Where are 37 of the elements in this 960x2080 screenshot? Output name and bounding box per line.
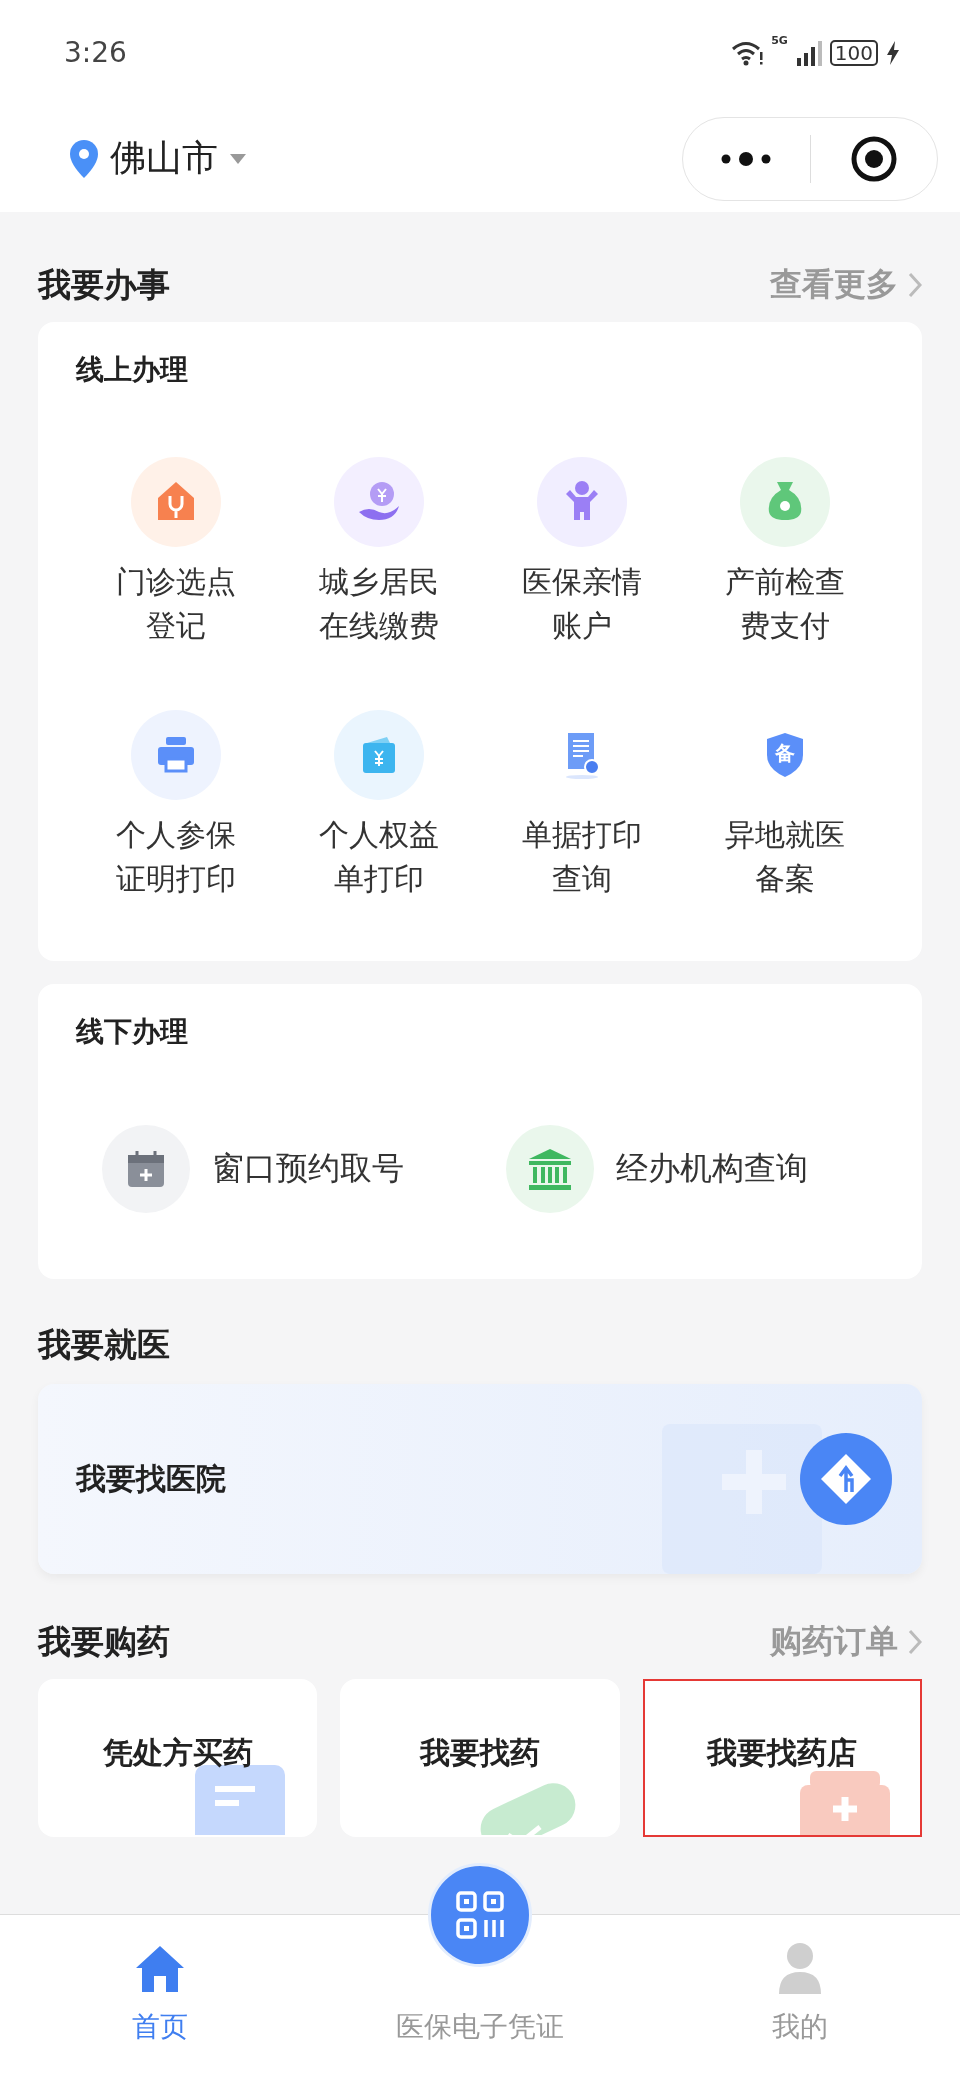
dropdown-caret-icon[interactable] (230, 153, 246, 164)
signal-icon (795, 39, 822, 66)
city-selector[interactable]: 佛山市 (110, 134, 218, 183)
battery-level: 100 (829, 39, 878, 66)
chevron-right-icon (908, 1629, 922, 1655)
qr-code-icon (455, 1890, 505, 1940)
pharmacy-card[interactable]: 我要找药 (340, 1679, 620, 1837)
location-pin-icon (70, 139, 98, 178)
card-title: 线下办理 (74, 1014, 189, 1050)
status-time: 3:26 (64, 36, 127, 69)
service-item[interactable]: 个人权益单打印 (277, 710, 480, 901)
service-item[interactable]: 单据打印查询 (480, 710, 683, 901)
person-icon (777, 1942, 823, 1994)
section-title: 我要就医 (38, 1323, 170, 1366)
more-dots-icon (720, 151, 773, 166)
chevron-right-icon (908, 272, 922, 298)
tab-item[interactable]: 首页 (0, 1915, 320, 2080)
service-item[interactable]: 个人参保证明打印 (74, 710, 277, 901)
service-item[interactable]: 备 异地就医备案 (683, 710, 886, 901)
pharmacy-card[interactable]: 我要找药店 (642, 1679, 922, 1837)
service-item[interactable]: 经办机构查询 (506, 1125, 922, 1213)
wifi-icon (731, 39, 764, 66)
service-item[interactable]: 医保亲情账户 (480, 457, 683, 648)
section-title: 我要购药 (38, 1620, 170, 1663)
medical-cross-icon (662, 1424, 822, 1574)
card-title: 线上办理 (74, 352, 189, 388)
section-title: 我要办事 (38, 263, 170, 306)
network-label: 5G (771, 33, 788, 47)
service-item[interactable]: 城乡居民在线缴费 (277, 457, 480, 648)
target-icon (849, 134, 898, 183)
service-item[interactable]: 窗口预约取号 (102, 1125, 506, 1213)
pharmacy-card[interactable]: 凭处方买药 (38, 1679, 318, 1837)
service-item[interactable]: 门诊选点登记 (74, 457, 277, 648)
charging-icon (886, 40, 900, 65)
home-icon (134, 1944, 186, 1994)
find-hospital-banner[interactable]: 我要找医院 (38, 1384, 922, 1574)
service-item[interactable]: 产前检查费支付 (683, 457, 886, 648)
